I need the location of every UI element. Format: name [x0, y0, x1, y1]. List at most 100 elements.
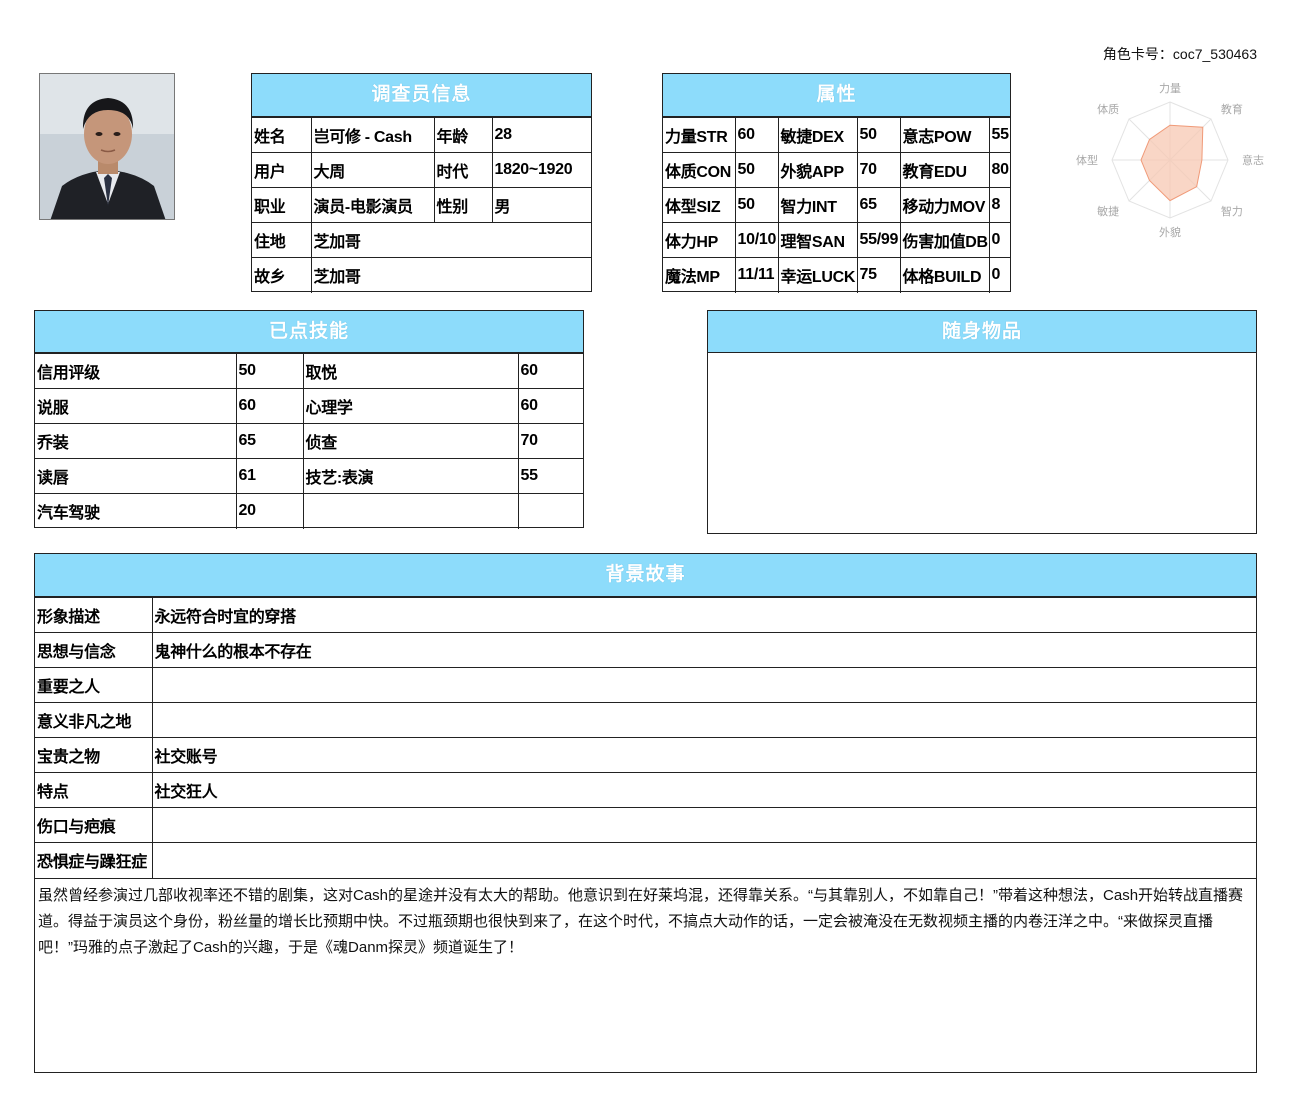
attribute-label: 移动力MOV [899, 187, 990, 223]
table-row: 职业 演员-电影演员 性别男 [252, 187, 591, 223]
attributes-title: 属性 [663, 74, 1010, 117]
info-label: 职业 [252, 187, 312, 223]
investigator-info-panel: 调查员信息 姓名 岂可修 - Cash 年龄 28 用户 大周 时代 1820~1920 职业演… [251, 73, 592, 293]
info-label: 住地 [252, 222, 312, 258]
attribute-label: 意志POW [899, 117, 990, 153]
attribute-value: 11/11 [734, 257, 779, 293]
info-value: 岂可修 - Cash [310, 117, 435, 153]
table-row: 住地 芝加哥 [252, 222, 591, 258]
attribute-value: 50 [734, 152, 779, 188]
story-label: 伤口与疤痕 [35, 807, 153, 843]
story-value [151, 807, 1256, 843]
radar-axis-label: 智力 [1221, 204, 1243, 218]
info-label: 用户 [252, 152, 312, 188]
attribute-value: 8 [988, 187, 1010, 223]
skill-name: 技艺:表演 [302, 458, 519, 494]
table-row: 宝贵之物 社交账号 [35, 737, 1256, 773]
background-story-title: 背景故事 [35, 554, 1256, 597]
story-label: 恐惧症与躁狂症 [35, 842, 153, 878]
attribute-value: 55 [988, 117, 1010, 153]
table-row: 故乡 芝加哥 [252, 257, 591, 293]
skill-value: 61 [235, 458, 304, 494]
skill-name: 说服 [35, 388, 237, 424]
table-row: 体型SIZ 50 智力INT 65 移动力MOV 8 [663, 187, 1010, 223]
radar-axis-label: 敏捷 [1097, 204, 1119, 218]
table-row: 姓名 岂可修 - Cash 年龄 28 [252, 117, 591, 153]
skill-name: 汽车驾驶 [35, 493, 237, 529]
skill-value: 55 [517, 458, 583, 494]
table-row: 重要之人 [35, 667, 1256, 703]
info-value: 28 [491, 117, 591, 153]
skill-name: 乔装 [35, 423, 237, 459]
table-row: 乔装 65 侦查 70 [35, 423, 583, 459]
table-row: 说服 60 心理学 60 [35, 388, 583, 424]
attribute-value: 0 [988, 257, 1010, 293]
info-value: 芝加哥 [310, 222, 591, 258]
attributes-panel: 属性 力量STR 60 敏捷DEX 50 意志POW 55 体质CON 50 外貌APP 70 教育… [662, 73, 1011, 293]
info-label: 年龄 [433, 117, 493, 153]
story-value [151, 842, 1256, 878]
radar-axis-label: 体质 [1097, 102, 1119, 116]
background-story-table: 形象描述 永远符合时宜的穿搭 思想与信念 鬼神什么的根本不存在 重要之人 意义非凡之地 宝贵… [35, 597, 1256, 878]
attribute-label: 教育EDU [899, 152, 990, 188]
info-label: 姓名 [252, 117, 312, 153]
attribute-value: 70 [856, 152, 901, 188]
attribute-value: 80 [988, 152, 1010, 188]
story-value: 社交狂人 [151, 772, 1256, 808]
radar-axis-label: 力量 [1159, 82, 1181, 95]
info-value: 1820~1920 [491, 152, 591, 188]
skill-value: 60 [517, 388, 583, 424]
attribute-label: 力量STR [663, 117, 736, 153]
story-label: 思想与信念 [35, 632, 153, 668]
card-number: 角色卡号：coc7_530463 [1102, 46, 1257, 62]
radar-axis-label: 外貌 [1159, 225, 1181, 239]
table-row: 魔法MP 11/11 幸运LUCK 75 体格BUILD 0 [663, 257, 1010, 293]
attribute-value: 0 [988, 222, 1010, 258]
story-value: 鬼神什么的根本不存在 [151, 632, 1256, 668]
radar-axis-label: 意志 [1242, 153, 1264, 167]
skill-name: 侦查 [302, 423, 519, 459]
story-value: 永远符合时宜的穿搭 [151, 597, 1256, 633]
items-content-area[interactable] [708, 353, 1256, 533]
attribute-label: 伤害加值DB [899, 222, 990, 258]
table-row: 恐惧症与躁狂症 [35, 842, 1256, 878]
radar-axis-label: 教育 [1221, 102, 1243, 116]
info-value: 演员-电影演员 [310, 187, 435, 223]
info-label: 时代 [433, 152, 493, 188]
table-row: 信用评级 50 取悦 60 [35, 353, 583, 389]
attribute-label: 体格BUILD [899, 257, 990, 293]
story-label: 形象描述 [35, 597, 153, 633]
attribute-label: 外貌APP [777, 152, 858, 188]
table-row: 用户 大周 时代 1820~1920 [252, 152, 591, 188]
info-label: 故乡 [252, 257, 312, 293]
skill-name: 心理学 [302, 388, 519, 424]
attribute-label: 智力INT [777, 187, 858, 223]
skill-value: 60 [517, 353, 583, 389]
table-row: 思想与信念 鬼神什么的根本不存在 [35, 632, 1256, 668]
story-value [151, 702, 1256, 738]
skill-value: 20 [235, 493, 304, 529]
skill-value: 65 [235, 423, 304, 459]
story-label: 特点 [35, 772, 153, 808]
skills-table: 信用评级 50 取悦 60 说服 60 心理学 60 乔装 65 侦查 70 读唇 61 技艺:表演 55 汽车… [35, 353, 583, 529]
info-value: 男 [491, 187, 591, 223]
background-story-text: 虽然曾经参演过几部收视率还不错的剧集，这对Cash的星途并没有太大的帮助。他意识… [35, 877, 1256, 961]
skill-value: 60 [235, 388, 304, 424]
radar-axis-label: 体型 [1076, 153, 1098, 167]
table-row: 意义非凡之地 [35, 702, 1256, 738]
attribute-label: 体质CON [663, 152, 736, 188]
attribute-label: 理智SAN [777, 222, 858, 258]
skill-value [517, 493, 583, 529]
table-row: 体质CON 50 外貌APP 70 教育EDU 80 [663, 152, 1010, 188]
attribute-value: 60 [734, 117, 779, 153]
table-row: 汽车驾驶 20 [35, 493, 583, 529]
investigator-info-title: 调查员信息 [252, 74, 591, 117]
attribute-value: 10/10 [734, 222, 779, 258]
skill-name [302, 493, 519, 529]
investigator-portrait [39, 73, 175, 220]
items-title: 随身物品 [708, 311, 1256, 353]
attribute-label: 敏捷DEX [777, 117, 858, 153]
story-label: 重要之人 [35, 667, 153, 703]
items-panel: 随身物品 [707, 310, 1257, 534]
table-row: 体力HP 10/10 理智SAN 55/99 伤害加值DB 0 [663, 222, 1010, 258]
